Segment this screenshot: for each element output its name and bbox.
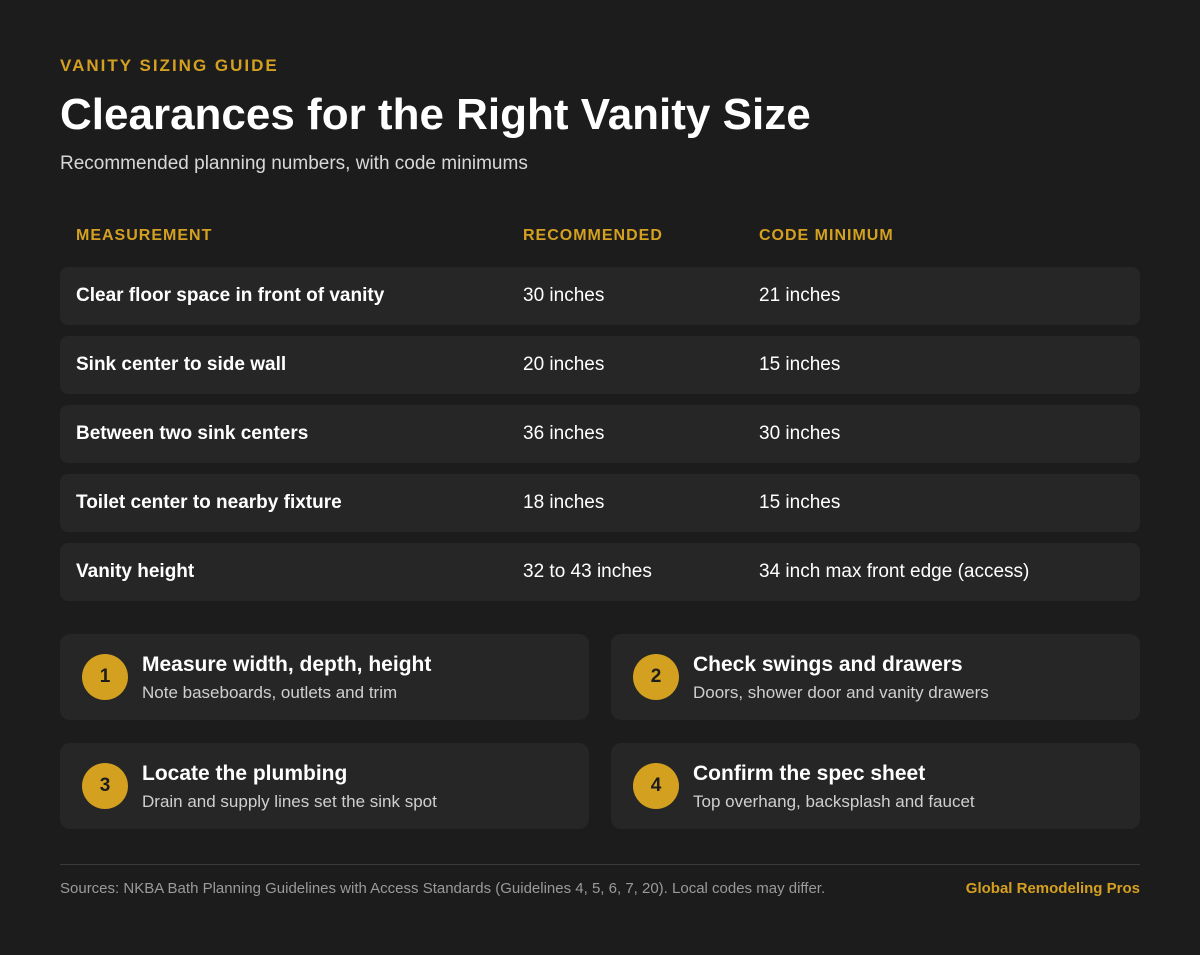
measurement-cell: Vanity height xyxy=(76,561,195,582)
minimum-cell: 21 inches xyxy=(759,285,841,306)
table-row: Sink center to side wall 20 inches 15 in… xyxy=(60,336,1140,394)
eyebrow-label: VANITY SIZING GUIDE xyxy=(60,56,279,75)
footer-divider xyxy=(60,864,1140,865)
sources-note: Sources: NKBA Bath Planning Guidelines w… xyxy=(60,880,826,897)
minimum-cell: 15 inches xyxy=(759,492,841,513)
page-title: Clearances for the Right Vanity Size xyxy=(60,90,811,139)
step-description: Top overhang, backsplash and faucet xyxy=(693,792,975,811)
step-number-badge: 3 xyxy=(82,763,128,809)
minimum-cell: 34 inch max front edge (access) xyxy=(759,561,1030,582)
minimum-cell: 15 inches xyxy=(759,354,841,375)
step-number-badge: 4 xyxy=(633,763,679,809)
measurement-cell: Sink center to side wall xyxy=(76,354,287,375)
step-description: Drain and supply lines set the sink spot xyxy=(142,792,437,811)
table-row: Clear floor space in front of vanity 30 … xyxy=(60,267,1140,325)
recommended-cell: 32 to 43 inches xyxy=(523,561,652,582)
recommended-cell: 20 inches xyxy=(523,354,605,375)
measurement-cell: Between two sink centers xyxy=(76,423,309,444)
brand-name: Global Remodeling Pros xyxy=(965,880,1140,897)
table-row: Toilet center to nearby fixture 18 inche… xyxy=(60,474,1140,532)
page-subtitle: Recommended planning numbers, with code … xyxy=(60,153,528,174)
column-header-measurement: MEASUREMENT xyxy=(76,227,213,244)
step-card: 3 Locate the plumbing Drain and supply l… xyxy=(60,743,589,829)
step-description: Doors, shower door and vanity drawers xyxy=(693,683,989,702)
recommended-cell: 36 inches xyxy=(523,423,605,444)
measurement-cell: Toilet center to nearby fixture xyxy=(76,492,342,513)
table-row: Between two sink centers 36 inches 30 in… xyxy=(60,405,1140,463)
step-title: Confirm the spec sheet xyxy=(693,762,926,785)
table-row: Vanity height 32 to 43 inches 34 inch ma… xyxy=(60,543,1140,601)
minimum-cell: 30 inches xyxy=(759,423,841,444)
column-header-recommended: RECOMMENDED xyxy=(523,227,663,244)
step-card: 1 Measure width, depth, height Note base… xyxy=(60,634,589,720)
measurement-cell: Clear floor space in front of vanity xyxy=(76,285,385,306)
table-header: MEASUREMENT RECOMMENDED CODE MINIMUM xyxy=(60,227,1140,249)
column-header-code-minimum: CODE MINIMUM xyxy=(759,227,894,244)
step-description: Note baseboards, outlets and trim xyxy=(142,683,398,702)
step-card: 2 Check swings and drawers Doors, shower… xyxy=(611,634,1140,720)
step-title: Measure width, depth, height xyxy=(142,653,432,676)
recommended-cell: 18 inches xyxy=(523,492,605,513)
recommended-cell: 30 inches xyxy=(523,285,605,306)
step-number-badge: 2 xyxy=(633,654,679,700)
step-title: Locate the plumbing xyxy=(142,762,348,785)
step-title: Check swings and drawers xyxy=(693,653,963,676)
step-card: 4 Confirm the spec sheet Top overhang, b… xyxy=(611,743,1140,829)
step-number-badge: 1 xyxy=(82,654,128,700)
